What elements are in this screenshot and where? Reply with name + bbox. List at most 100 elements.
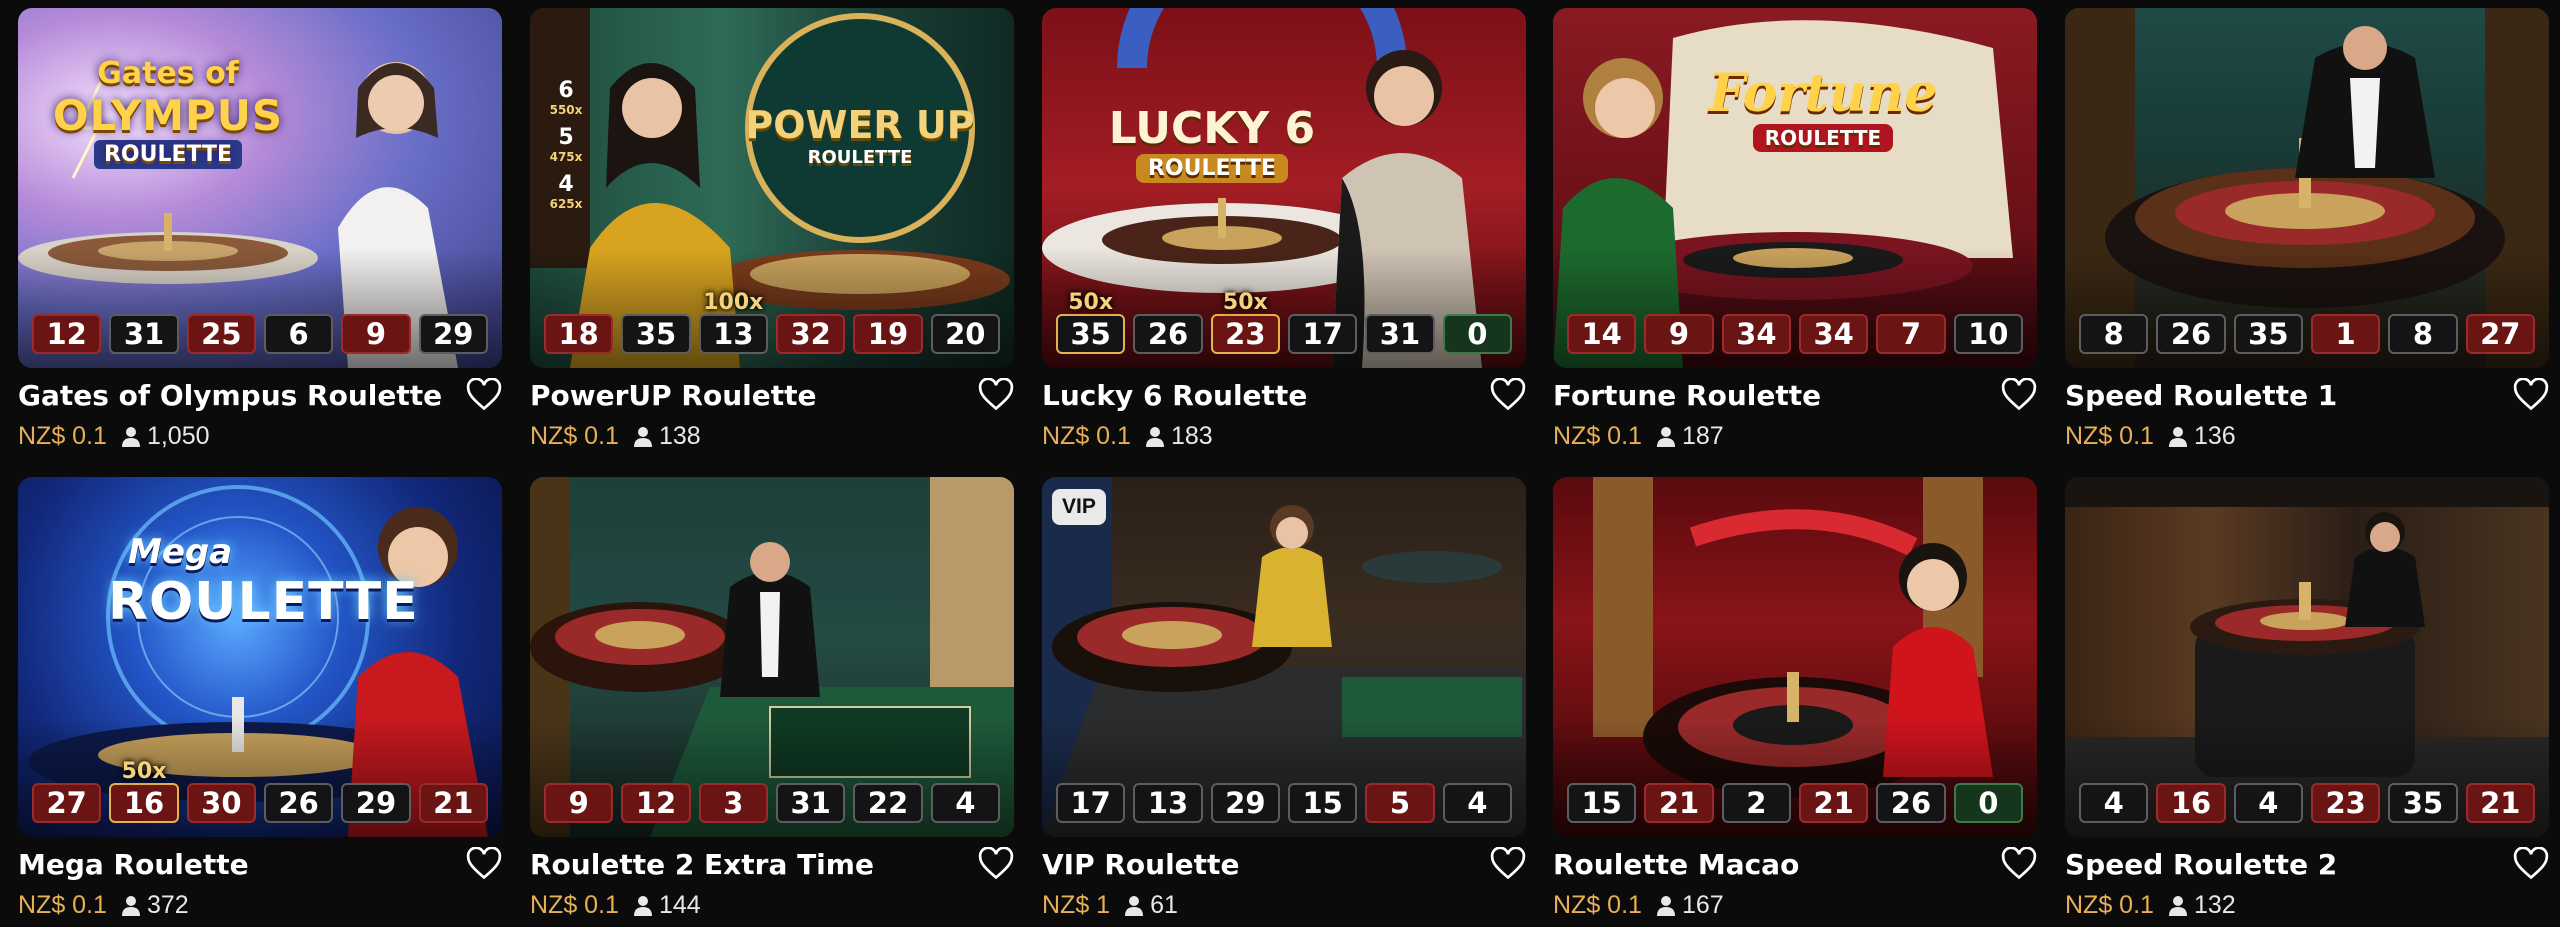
recent-results: 15 21 2 21 26 0 [1567,783,2023,823]
result-number: 22 [853,783,923,823]
player-count: 132 [2168,891,2236,920]
result-number: 8 [2079,314,2149,354]
result-number: 9 [341,314,411,354]
recent-results: 8 26 35 1 8 27 [2079,314,2535,354]
result-number: 2 [1721,783,1791,823]
result-number: 29 [1210,783,1280,823]
heart-outline-icon[interactable] [2513,378,2549,412]
game-thumbnail[interactable]: VIP 17 13 29 15 5 4 [1042,477,1526,837]
result-number: 13 [1133,783,1203,823]
multiplier-label: 100x [703,290,764,315]
min-bet: NZ$ 0.1 [530,422,619,450]
result-number: 27 [32,783,102,823]
result-number: 0 [1953,783,2023,823]
game-card[interactable]: LUCKY 6 ROULETTE 50x 35 26 50x 23 17 31 … [1042,8,1526,458]
result-number: 23 [2310,783,2381,823]
multiplier-ladder: 6 550x 5 475x 4 625x [549,78,583,211]
game-thumbnail[interactable]: 8 26 35 1 8 27 [2065,8,2549,368]
game-thumbnail[interactable]: Mega ROULETTE 27 50x 16 30 26 29 21 [18,477,502,837]
result-number: 29 [341,783,411,823]
result-number: 15 [1567,783,1637,823]
min-bet: NZ$ 0.1 [1553,891,1642,919]
game-thumbnail[interactable]: 4 16 4 23 35 21 [2065,477,2549,837]
vip-badge: VIP [1052,489,1106,525]
game-thumbnail[interactable]: LUCKY 6 ROULETTE 50x 35 26 50x 23 17 31 … [1042,8,1526,368]
result-number: 10 [1953,314,2023,354]
player-count: 372 [121,891,189,920]
result-number: 50x 23 [1210,290,1280,354]
game-card[interactable]: Gates of OLYMPUS ROULETTE 12 31 25 6 9 2… [18,8,502,458]
game-title[interactable]: Mega Roulette [18,848,249,881]
person-icon [1656,895,1675,916]
game-title[interactable]: Fortune Roulette [1553,379,1821,412]
game-title[interactable]: PowerUP Roulette [530,379,817,412]
game-title[interactable]: Speed Roulette 1 [2065,379,2337,412]
game-thumbnail[interactable]: 9 12 3 31 22 4 [530,477,1014,837]
recent-results: 14 9 34 34 7 10 [1567,314,2023,354]
game-title[interactable]: VIP Roulette [1042,848,1239,881]
result-number: 16 [2156,783,2226,823]
heart-outline-icon[interactable] [2001,378,2037,412]
min-bet: NZ$ 0.1 [18,891,107,919]
game-card[interactable]: 8 26 35 1 8 27 Speed Roulette 1 NZ$ 0.1 … [2065,8,2549,458]
player-count: 61 [1124,891,1178,920]
person-icon [1656,426,1675,447]
game-title[interactable]: Gates of Olympus Roulette [18,379,442,412]
result-number: 19 [853,314,923,354]
person-icon [121,895,140,916]
game-card[interactable]: 6 550x 5 475x 4 625x POWER UP ROULETTE 1… [530,8,1014,458]
result-number: 25 [186,314,256,354]
multiplier-label: 50x [121,759,167,784]
game-grid: Gates of OLYMPUS ROULETTE 12 31 25 6 9 2… [0,0,2560,926]
heart-outline-icon[interactable] [2513,847,2549,881]
player-count: 1,050 [121,422,210,451]
min-bet: NZ$ 0.1 [1042,422,1131,450]
game-thumbnail[interactable]: Gates of OLYMPUS ROULETTE 12 31 25 6 9 2… [18,8,502,368]
heart-outline-icon[interactable] [1490,378,1526,412]
result-number: 26 [1133,314,1203,354]
game-card[interactable]: VIP 17 13 29 15 5 4 VIP Roulette NZ$ 1 6… [1042,477,1526,927]
heart-outline-icon[interactable] [978,847,1014,881]
result-number: 35 [621,314,691,354]
game-card[interactable]: 4 16 4 23 35 21 Speed Roulette 2 NZ$ 0.1… [2065,477,2549,927]
heart-outline-icon[interactable] [466,378,502,412]
game-title[interactable]: Roulette Macao [1553,848,1799,881]
recent-results: 18 35 100x 13 32 19 20 [544,290,1000,354]
result-number: 34 [1721,314,1791,354]
game-card[interactable]: Mega ROULETTE 27 50x 16 30 26 29 21 Mega… [18,477,502,927]
person-icon [1145,426,1164,447]
game-title[interactable]: Roulette 2 Extra Time [530,848,874,881]
game-thumbnail[interactable]: Fortune ROULETTE 14 9 34 34 7 10 [1553,8,2037,368]
game-title[interactable]: Speed Roulette 2 [2065,848,2337,881]
result-number: 3 [698,783,768,823]
recent-results: 17 13 29 15 5 4 [1056,783,1512,823]
result-number: 4 [1442,783,1512,823]
result-number: 5 [1365,783,1435,823]
result-number: 17 [1287,314,1358,354]
result-number: 30 [186,783,256,823]
game-thumbnail[interactable]: 15 21 2 21 26 0 [1553,477,2037,837]
min-bet: NZ$ 0.1 [1553,422,1642,450]
game-logo: Gates of OLYMPUS ROULETTE [52,56,284,169]
result-number: 31 [775,783,846,823]
game-card[interactable]: 9 12 3 31 22 4 Roulette 2 Extra Time NZ$… [530,477,1014,927]
recent-results: 4 16 4 23 35 21 [2079,783,2535,823]
game-thumbnail[interactable]: 6 550x 5 475x 4 625x POWER UP ROULETTE 1… [530,8,1014,368]
person-icon [2168,895,2187,916]
heart-outline-icon[interactable] [978,378,1014,412]
result-number: 18 [544,314,614,354]
game-card[interactable]: Fortune ROULETTE 14 9 34 34 7 10 Fortune… [1553,8,2037,458]
game-card[interactable]: 15 21 2 21 26 0 Roulette Macao NZ$ 0.1 1… [1553,477,2037,927]
heart-outline-icon[interactable] [466,847,502,881]
result-number: 8 [2388,314,2458,354]
min-bet: NZ$ 1 [1042,891,1111,919]
heart-outline-icon[interactable] [2001,847,2037,881]
game-title[interactable]: Lucky 6 Roulette [1042,379,1307,412]
player-count: 144 [633,891,701,920]
result-number: 35 [2233,314,2303,354]
result-number: 9 [1644,314,1714,354]
recent-results: 12 31 25 6 9 29 [32,314,488,354]
person-icon [121,426,140,447]
heart-outline-icon[interactable] [1490,847,1526,881]
min-bet: NZ$ 0.1 [2065,422,2154,450]
